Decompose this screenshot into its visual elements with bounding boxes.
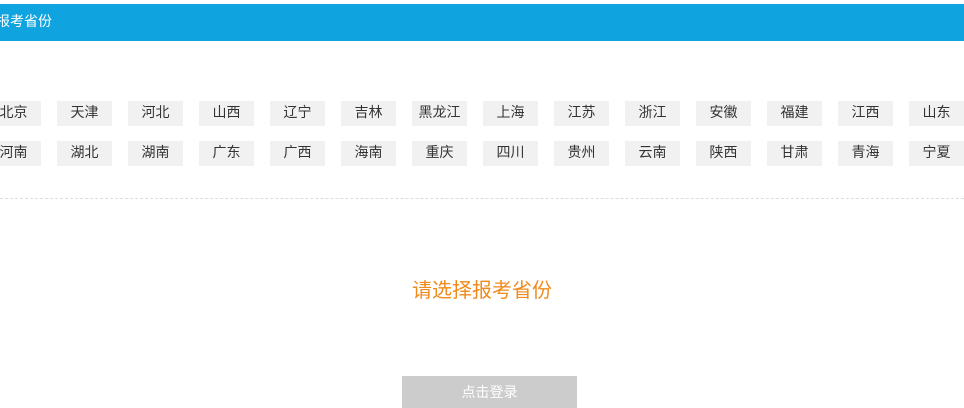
province-item[interactable]: 湖南 bbox=[128, 141, 183, 166]
province-row-1: 北京 天津 河北 山西 辽宁 吉林 黑龙江 上海 江苏 浙江 安徽 福建 江西 … bbox=[0, 101, 964, 126]
province-item[interactable]: 北京 bbox=[0, 101, 41, 126]
province-item[interactable]: 福建 bbox=[767, 101, 822, 126]
province-item[interactable]: 云南 bbox=[625, 141, 680, 166]
province-item[interactable]: 广东 bbox=[199, 141, 254, 166]
province-item[interactable]: 江西 bbox=[838, 101, 893, 126]
select-province-prompt: 请选择报考省份 bbox=[412, 278, 552, 302]
province-item[interactable]: 宁夏 bbox=[909, 141, 964, 166]
province-item[interactable]: 广西 bbox=[270, 141, 325, 166]
province-item[interactable]: 陕西 bbox=[696, 141, 751, 166]
province-item[interactable]: 吉林 bbox=[341, 101, 396, 126]
header-bar: 报考省份 bbox=[0, 4, 964, 41]
province-item[interactable]: 江苏 bbox=[554, 101, 609, 126]
province-item[interactable]: 贵州 bbox=[554, 141, 609, 166]
province-item[interactable]: 天津 bbox=[57, 101, 112, 126]
login-button[interactable]: 点击登录 bbox=[402, 376, 577, 408]
province-item[interactable]: 山西 bbox=[199, 101, 254, 126]
province-item[interactable]: 黑龙江 bbox=[412, 101, 467, 126]
province-item[interactable]: 浙江 bbox=[625, 101, 680, 126]
province-row-2: 河南 湖北 湖南 广东 广西 海南 重庆 四川 贵州 云南 陕西 甘肃 青海 宁… bbox=[0, 141, 964, 166]
province-item[interactable]: 山东 bbox=[909, 101, 964, 126]
province-item[interactable]: 四川 bbox=[483, 141, 538, 166]
province-select-page: 报考省份 北京 天津 河北 山西 辽宁 吉林 黑龙江 上海 江苏 浙江 安徽 福… bbox=[0, 0, 964, 408]
province-item[interactable]: 辽宁 bbox=[270, 101, 325, 126]
dashed-divider bbox=[0, 198, 964, 199]
province-item[interactable]: 河南 bbox=[0, 141, 41, 166]
province-item[interactable]: 河北 bbox=[128, 101, 183, 126]
province-item[interactable]: 海南 bbox=[341, 141, 396, 166]
province-item[interactable]: 甘肃 bbox=[767, 141, 822, 166]
province-item[interactable]: 青海 bbox=[838, 141, 893, 166]
province-item[interactable]: 湖北 bbox=[57, 141, 112, 166]
province-item[interactable]: 安徽 bbox=[696, 101, 751, 126]
province-item[interactable]: 重庆 bbox=[412, 141, 467, 166]
header-title: 报考省份 bbox=[0, 14, 52, 30]
province-item[interactable]: 上海 bbox=[483, 101, 538, 126]
